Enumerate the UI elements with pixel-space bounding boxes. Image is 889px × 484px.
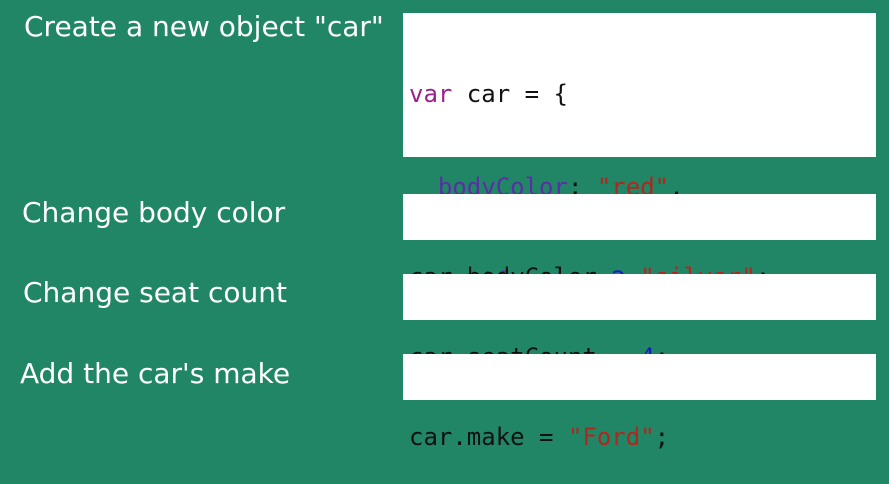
code-block-change-body-color: car.bodyColor = "silver";: [403, 194, 876, 291]
code-block-create-object: var car = { bodyColor: "red", seatCount:…: [403, 13, 876, 387]
keyword-var: var: [409, 80, 453, 108]
code-line: car.make = "Ford";: [409, 422, 876, 453]
code-line: var car = {: [409, 79, 876, 110]
code-text: car.make =: [409, 423, 568, 451]
step-label-create-object: Create a new object "car": [24, 10, 384, 43]
step-label-change-seat-count: Change seat count: [23, 276, 287, 309]
code-block-add-make: car.make = "Ford";: [403, 354, 876, 451]
string-value: "Ford": [567, 423, 655, 451]
code-text: car = {: [452, 80, 568, 108]
step-label-add-make: Add the car's make: [20, 357, 291, 390]
code-block-change-seat-count: car.seatCount = 4;: [403, 274, 876, 371]
code-text: ;: [654, 423, 670, 451]
step-label-change-body-color: Change body color: [22, 196, 286, 229]
